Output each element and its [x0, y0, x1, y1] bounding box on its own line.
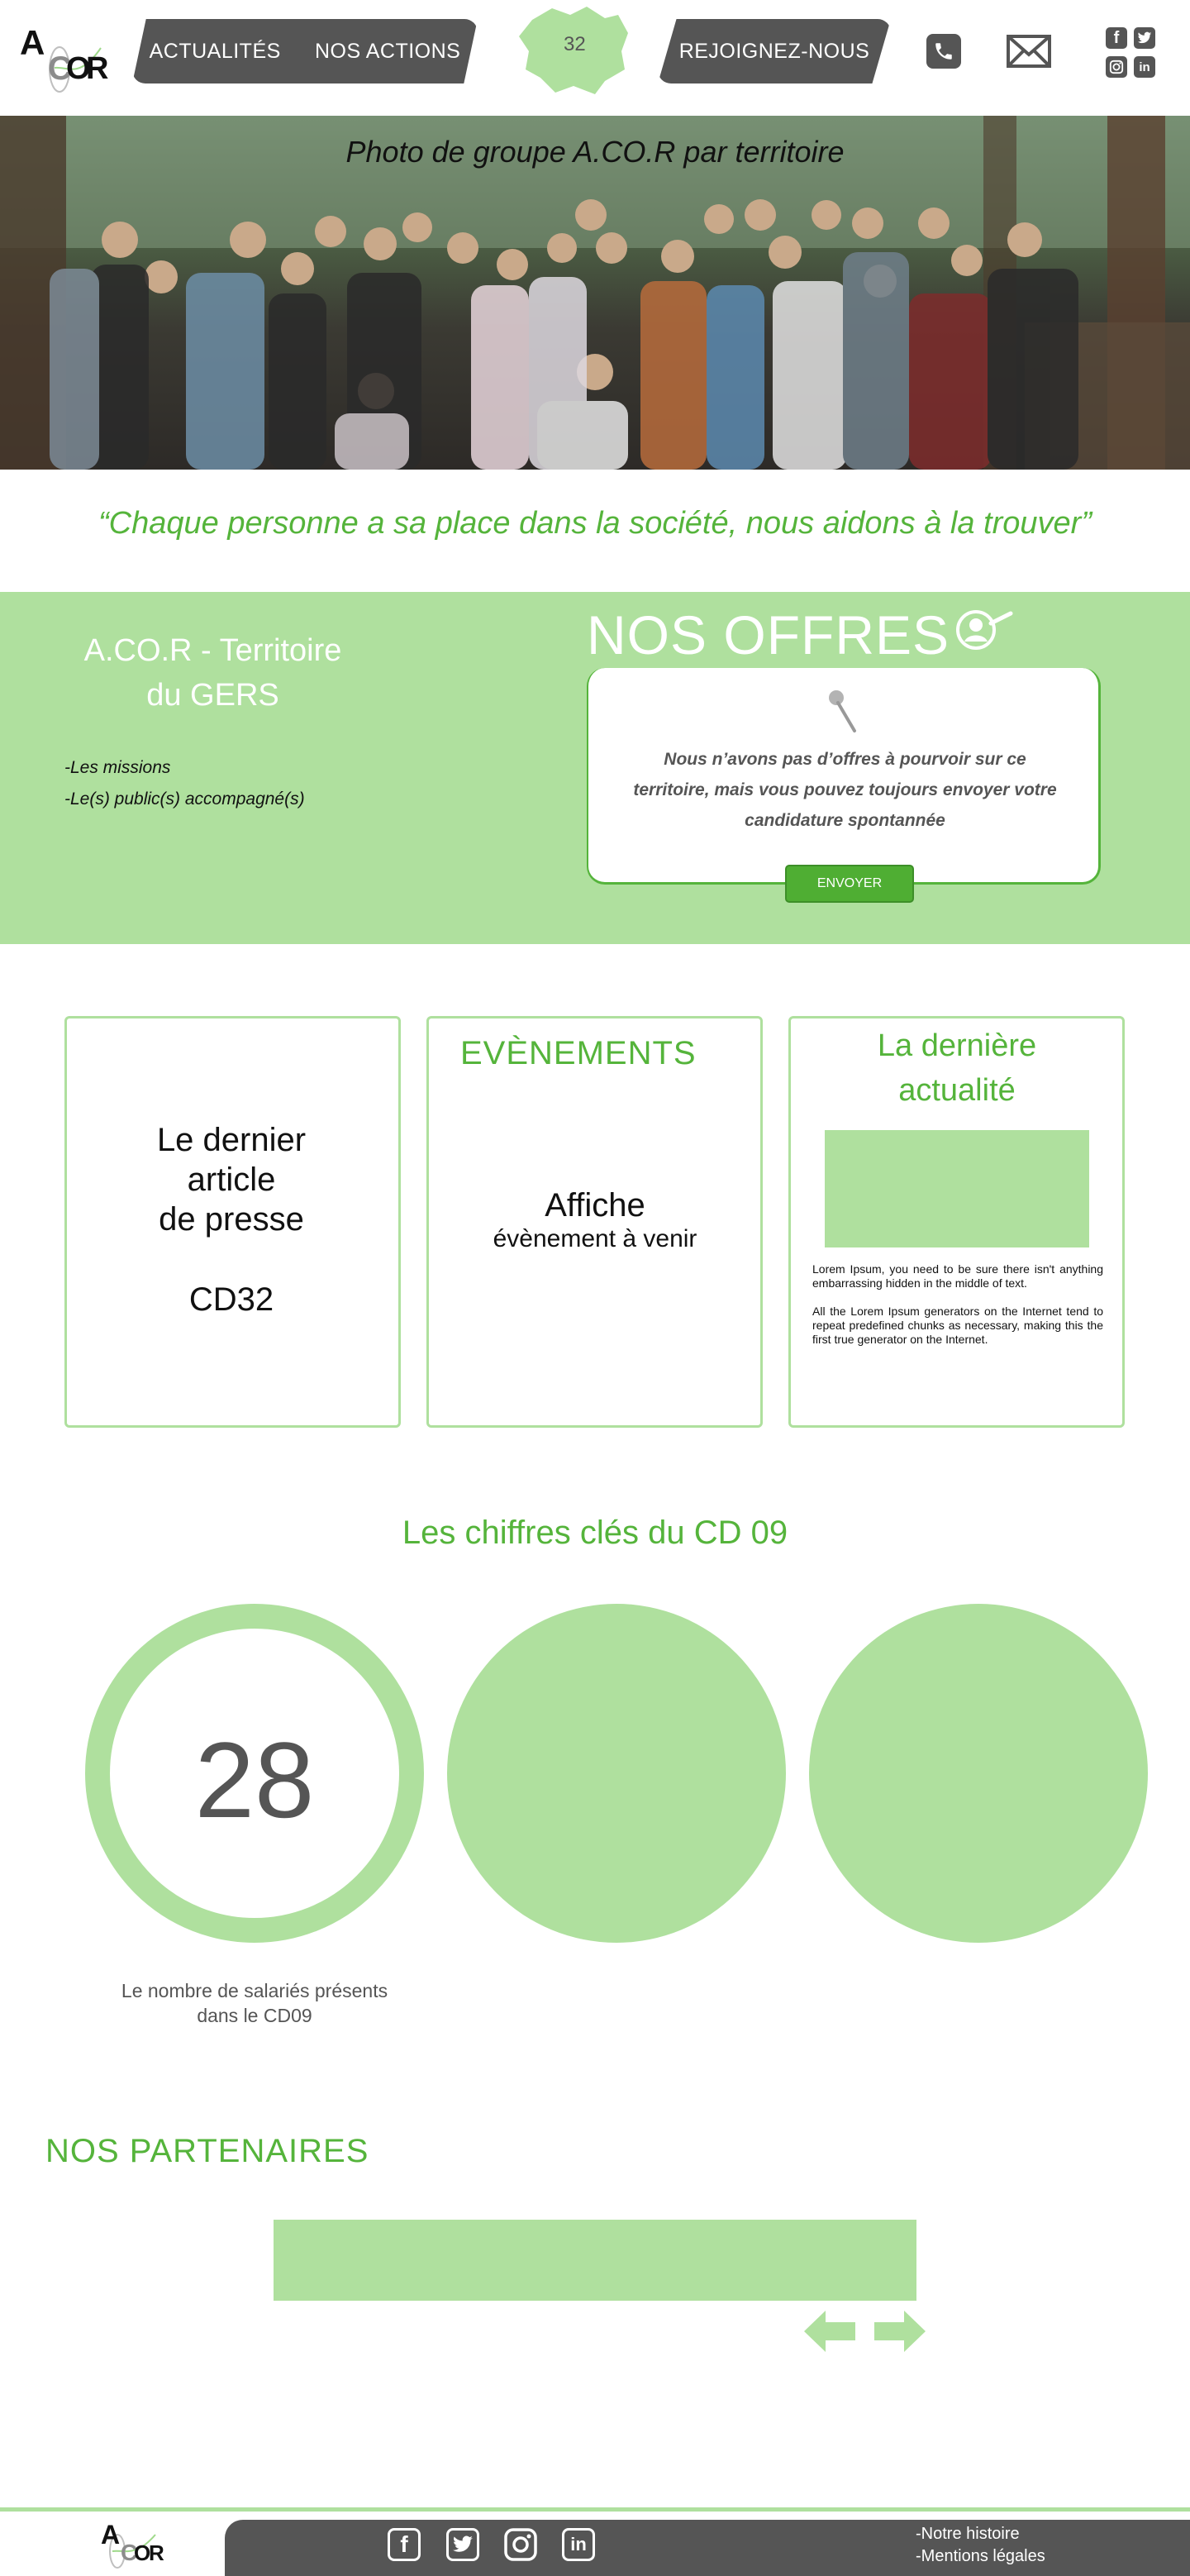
mail-icon[interactable]: [1007, 35, 1051, 68]
send-application-button[interactable]: ENVOYER: [785, 865, 914, 903]
kpi-label-line: dans le CD09: [197, 2005, 312, 2026]
news-title: La dernière actualité: [792, 1023, 1122, 1113]
footer-bar: [225, 2520, 1190, 2576]
hero-title: Photo de groupe A.CO.R par territoire: [345, 135, 845, 169]
partners-carousel: [274, 2220, 916, 2301]
facebook-icon[interactable]: f: [1106, 27, 1127, 49]
events-subtitle: évènement à venir: [493, 1225, 697, 1252]
news-image: [825, 1130, 1089, 1247]
events-title: EVÈNEMENTS: [460, 1035, 697, 1071]
footer-link-mentions[interactable]: -Mentions légales: [916, 2545, 1045, 2568]
footer-link-histoire[interactable]: -Notre histoire: [916, 2523, 1045, 2545]
events-affiche: Affiche: [545, 1187, 645, 1224]
logo-letter: A: [20, 23, 45, 62]
nav-item-rejoignez-nous[interactable]: REJOIGNEZ-NOUS: [679, 40, 870, 64]
press-card-code: CD32: [188, 1281, 274, 1318]
territory-list: -Les missions -Le(s) public(s) accompagn…: [64, 752, 305, 815]
tagline-quote: “Chaque personne a sa place dans la soci…: [98, 506, 1092, 541]
footer-instagram-icon[interactable]: [504, 2528, 537, 2561]
logo[interactable]: A C O R: [18, 23, 109, 96]
territory-link-publics[interactable]: -Le(s) public(s) accompagné(s): [64, 784, 305, 815]
offers-title: NOS OFFRES: [587, 604, 950, 665]
footer-links: -Notre histoire -Mentions légales: [916, 2523, 1045, 2568]
footer-facebook-icon[interactable]: f: [388, 2528, 421, 2561]
carousel-next-arrow-icon[interactable]: [874, 2311, 926, 2352]
nav-item-actualites[interactable]: ACTUALITÉS: [150, 40, 281, 64]
press-card-line: article: [187, 1162, 276, 1198]
kpi-value: 28: [194, 1720, 315, 1840]
news-title-line: La dernière: [877, 1028, 1037, 1063]
kpi-label: Le nombre de salariés présents dans le C…: [85, 1978, 424, 2028]
footer-logo[interactable]: A C O R: [86, 2520, 169, 2571]
department-map[interactable]: 32: [516, 5, 631, 96]
footer-twitter-icon[interactable]: [446, 2528, 479, 2561]
press-card-line: de presse: [159, 1201, 304, 1238]
job-search-icon: [954, 608, 1014, 653]
logo-letter: R: [86, 51, 109, 86]
kpi-label-line: Le nombre de salariés présents: [121, 1980, 388, 2001]
partners-title: NOS PARTENAIRES: [45, 2133, 369, 2169]
news-excerpt: Lorem Ipsum, you need to be sure there i…: [812, 1262, 1103, 1361]
main-nav-right: REJOIGNEZ-NOUS: [658, 19, 891, 83]
press-card-title: Le dernier article de presse: [66, 1120, 397, 1239]
main-nav-left: ACTUALITÉS NOS ACTIONS: [132, 19, 478, 83]
territory-title: A.CO.R - Territoire du GERS: [58, 628, 368, 718]
news-paragraph: Lorem Ipsum, you need to be sure there i…: [812, 1262, 1103, 1290]
territory-title-line: du GERS: [146, 678, 279, 713]
territory-title-line: A.CO.R - Territoire: [83, 633, 342, 668]
pin-icon: [825, 686, 861, 736]
offers-message: Nous n’avons pas d’offres à pourvoir sur…: [633, 750, 1057, 830]
nav-item-nos-actions[interactable]: NOS ACTIONS: [315, 40, 460, 64]
footer-divider: [0, 2507, 1190, 2512]
territory-link-missions[interactable]: -Les missions: [64, 752, 305, 784]
kpi-title: Les chiffres clés du CD 09: [402, 1515, 788, 1551]
instagram-icon[interactable]: [1106, 56, 1127, 78]
press-card-line: Le dernier: [156, 1122, 307, 1158]
twitter-icon[interactable]: [1134, 27, 1155, 49]
footer-logo-letter: A: [101, 2520, 121, 2550]
kpi-circle: [809, 1604, 1148, 1943]
footer-logo-letter: R: [149, 2540, 164, 2565]
news-paragraph: All the Lorem Ipsum generators on the In…: [812, 1305, 1103, 1346]
news-title-line: actualité: [898, 1073, 1016, 1108]
linkedin-icon[interactable]: in: [1134, 56, 1155, 78]
phone-icon[interactable]: [926, 34, 961, 69]
department-number: 32: [564, 33, 586, 55]
carousel-prev-arrow-icon[interactable]: [804, 2311, 855, 2352]
footer-linkedin-icon[interactable]: in: [562, 2528, 595, 2561]
kpi-circle: [447, 1604, 786, 1943]
